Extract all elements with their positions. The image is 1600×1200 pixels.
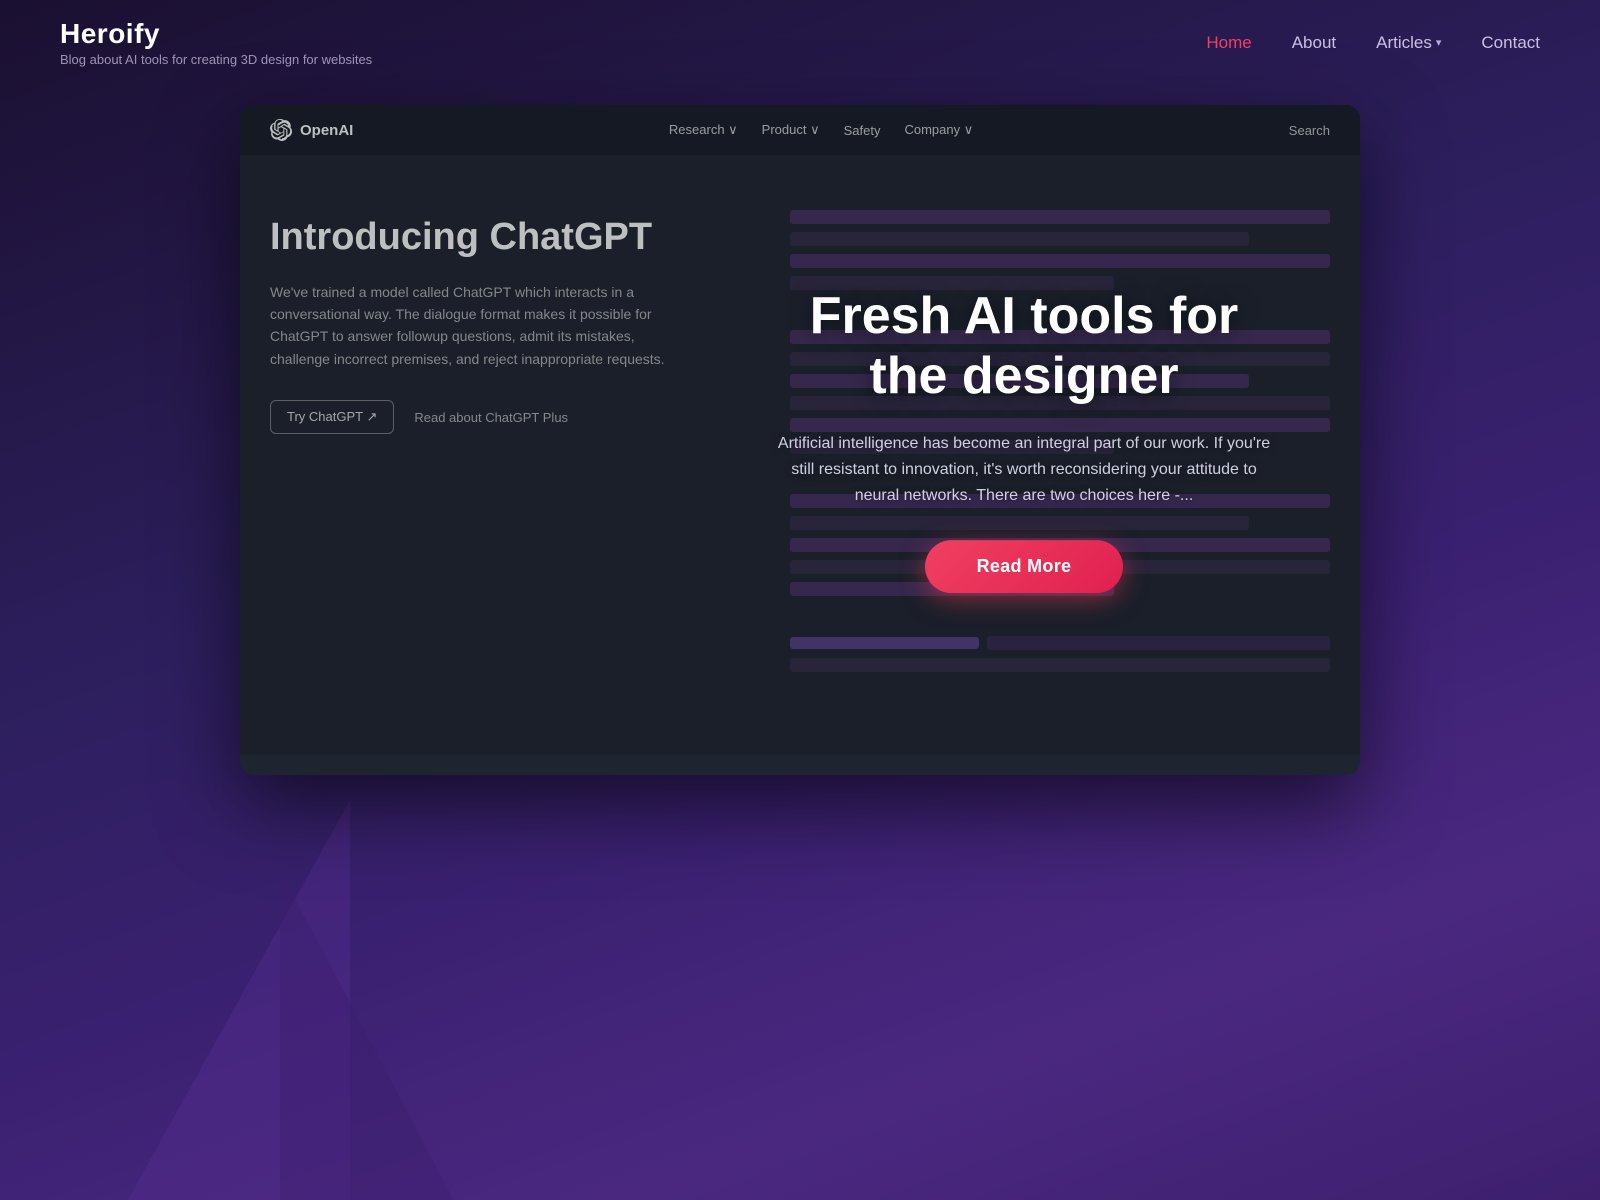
inner-nav-product: Product ∨ bbox=[762, 122, 820, 138]
nav-about[interactable]: About bbox=[1292, 33, 1336, 53]
inner-nav: OpenAI Research ∨ Product ∨ Safety Compa… bbox=[240, 105, 1360, 155]
read-chatgpt-plus-button: Read about ChatGPT Plus bbox=[410, 400, 572, 434]
top-navigation: Heroify Blog about AI tools for creating… bbox=[0, 0, 1600, 85]
nav-articles[interactable]: Articles ▾ bbox=[1376, 33, 1441, 53]
content-line bbox=[790, 637, 979, 649]
brand-container: Heroify Blog about AI tools for creating… bbox=[60, 18, 372, 67]
content-lines-group-4 bbox=[790, 636, 1330, 672]
overlay-description: Artificial intelligence has become an in… bbox=[774, 431, 1274, 510]
try-chatgpt-button: Try ChatGPT ↗ bbox=[270, 400, 394, 434]
brand-title: Heroify bbox=[60, 18, 372, 50]
content-line bbox=[790, 232, 1249, 246]
chevron-down-icon: ▾ bbox=[1436, 36, 1442, 49]
openai-logo-text: OpenAI bbox=[300, 122, 353, 139]
content-line bbox=[790, 210, 1330, 224]
content-line bbox=[987, 636, 1330, 650]
nav-contact[interactable]: Contact bbox=[1481, 33, 1540, 53]
inner-search: Search bbox=[1289, 123, 1330, 138]
main-content: OpenAI Research ∨ Product ∨ Safety Compa… bbox=[0, 85, 1600, 795]
inner-hero-buttons: Try ChatGPT ↗ Read about ChatGPT Plus bbox=[270, 400, 750, 434]
openai-icon bbox=[270, 119, 292, 141]
content-line bbox=[790, 658, 1330, 672]
inner-hero-title: Introducing ChatGPT bbox=[270, 215, 750, 261]
inner-hero-left: Introducing ChatGPT We've trained a mode… bbox=[270, 205, 750, 725]
background-decoration bbox=[0, 800, 1600, 1200]
inner-nav-research: Research ∨ bbox=[669, 122, 738, 138]
articles-label: Articles bbox=[1376, 33, 1432, 53]
nav-home[interactable]: Home bbox=[1206, 33, 1251, 53]
brand-subtitle: Blog about AI tools for creating 3D desi… bbox=[60, 52, 372, 67]
browser-card: OpenAI Research ∨ Product ∨ Safety Compa… bbox=[240, 105, 1360, 775]
overlay-title: Fresh AI tools for the designer bbox=[774, 287, 1274, 407]
read-more-button[interactable]: Read More bbox=[925, 540, 1124, 593]
inner-nav-company: Company ∨ bbox=[904, 122, 973, 138]
inner-nav-safety: Safety bbox=[844, 122, 881, 138]
openai-logo: OpenAI bbox=[270, 119, 353, 141]
overlay-card: Fresh AI tools for the designer Artifici… bbox=[744, 257, 1304, 623]
inner-hero-body: We've trained a model called ChatGPT whi… bbox=[270, 281, 670, 371]
nav-links: Home About Articles ▾ Contact bbox=[1206, 33, 1540, 53]
inner-nav-links: Research ∨ Product ∨ Safety Company ∨ bbox=[669, 122, 973, 138]
